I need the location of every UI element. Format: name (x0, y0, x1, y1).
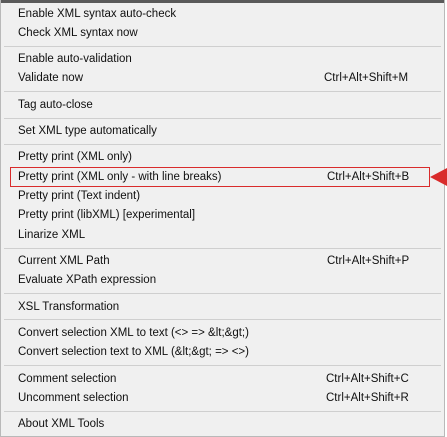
menu-item-shortcut: Ctrl+Alt+Shift+R (326, 392, 409, 404)
menu-item-shortcut: Ctrl+Alt+Shift+C (326, 373, 409, 385)
menu-separator (4, 91, 441, 92)
menu-item-evaluate-xpath-expression[interactable]: Evaluate XPath expression (1, 271, 444, 290)
menu-item-label: Enable auto-validation (18, 53, 132, 65)
menu-item-label: Comment selection (18, 373, 117, 385)
menu-item-tag-auto-close[interactable]: Tag auto-close (1, 96, 444, 115)
menu-item-label: Current XML Path (18, 255, 110, 267)
menu-separator (4, 411, 441, 412)
menu-item-shortcut: Ctrl+Alt+Shift+M (324, 72, 409, 84)
menu-item-label: Set XML type automatically (18, 125, 157, 137)
menu-item-label: Convert selection XML to text (<> => &lt… (18, 327, 249, 339)
menu-item-comment-selection[interactable]: Comment selection Ctrl+Alt+Shift+C (1, 370, 444, 389)
menu-item-label: Pretty print (XML only) (18, 151, 132, 163)
menu-item-convert-xml-to-text[interactable]: Convert selection XML to text (<> => &lt… (1, 324, 444, 343)
menu-separator (4, 118, 441, 119)
menu-item-label: Check XML syntax now (18, 27, 138, 39)
xml-tools-menu: Enable XML syntax auto-check Check XML s… (0, 0, 445, 437)
menu-item-enable-xml-syntax-auto-check[interactable]: Enable XML syntax auto-check (1, 5, 444, 24)
menu-item-linarize-xml[interactable]: Linarize XML (1, 226, 444, 245)
menu-item-label: Evaluate XPath expression (18, 274, 157, 286)
menu-item-label: Pretty print (libXML) [experimental] (18, 209, 196, 221)
menu-item-label: Convert selection text to XML (&lt;&gt; … (18, 346, 249, 358)
menu-separator (4, 144, 441, 145)
menu-item-about-xml-tools[interactable]: About XML Tools (1, 415, 444, 434)
menu-item-label: Tag auto-close (18, 99, 93, 111)
menu-item-label: Enable XML syntax auto-check (18, 8, 177, 20)
menu-item-label: Validate now (18, 72, 83, 84)
menu-item-check-xml-syntax-now[interactable]: Check XML syntax now (1, 24, 444, 43)
highlight-box (10, 167, 430, 187)
menu-item-label: About XML Tools (18, 418, 105, 430)
menu-item-pretty-print-xml-only[interactable]: Pretty print (XML only) (1, 148, 444, 167)
menu-item-label: Pretty print (Text indent) (18, 190, 141, 202)
menu-item-label: Uncomment selection (18, 392, 129, 404)
menu-item-label: Linarize XML (18, 229, 86, 241)
menu-item-set-xml-type-automatically[interactable]: Set XML type automatically (1, 122, 444, 141)
menu-item-pretty-print-libxml[interactable]: Pretty print (libXML) [experimental] (1, 206, 444, 225)
menu-item-enable-auto-validation[interactable]: Enable auto-validation (1, 50, 444, 69)
menu-separator (4, 293, 441, 294)
menu-item-shortcut: Ctrl+Alt+Shift+P (327, 255, 410, 267)
menu-item-pretty-print-text-indent[interactable]: Pretty print (Text indent) (1, 187, 444, 206)
menu-separator (4, 248, 441, 249)
menu-item-xsl-transformation[interactable]: XSL Transformation (1, 298, 444, 317)
menu-separator (4, 365, 441, 366)
menu-item-validate-now[interactable]: Validate now Ctrl+Alt+Shift+M (1, 69, 444, 88)
menu-item-current-xml-path[interactable]: Current XML Path Ctrl+Alt+Shift+P (1, 252, 444, 271)
red-arrow-pointer-icon (430, 168, 447, 186)
menu-item-uncomment-selection[interactable]: Uncomment selection Ctrl+Alt+Shift+R (1, 389, 444, 408)
menu-separator (4, 46, 441, 47)
menu-separator (4, 319, 441, 320)
menu-item-label: XSL Transformation (18, 301, 120, 313)
menu-item-convert-text-to-xml[interactable]: Convert selection text to XML (&lt;&gt; … (1, 343, 444, 362)
